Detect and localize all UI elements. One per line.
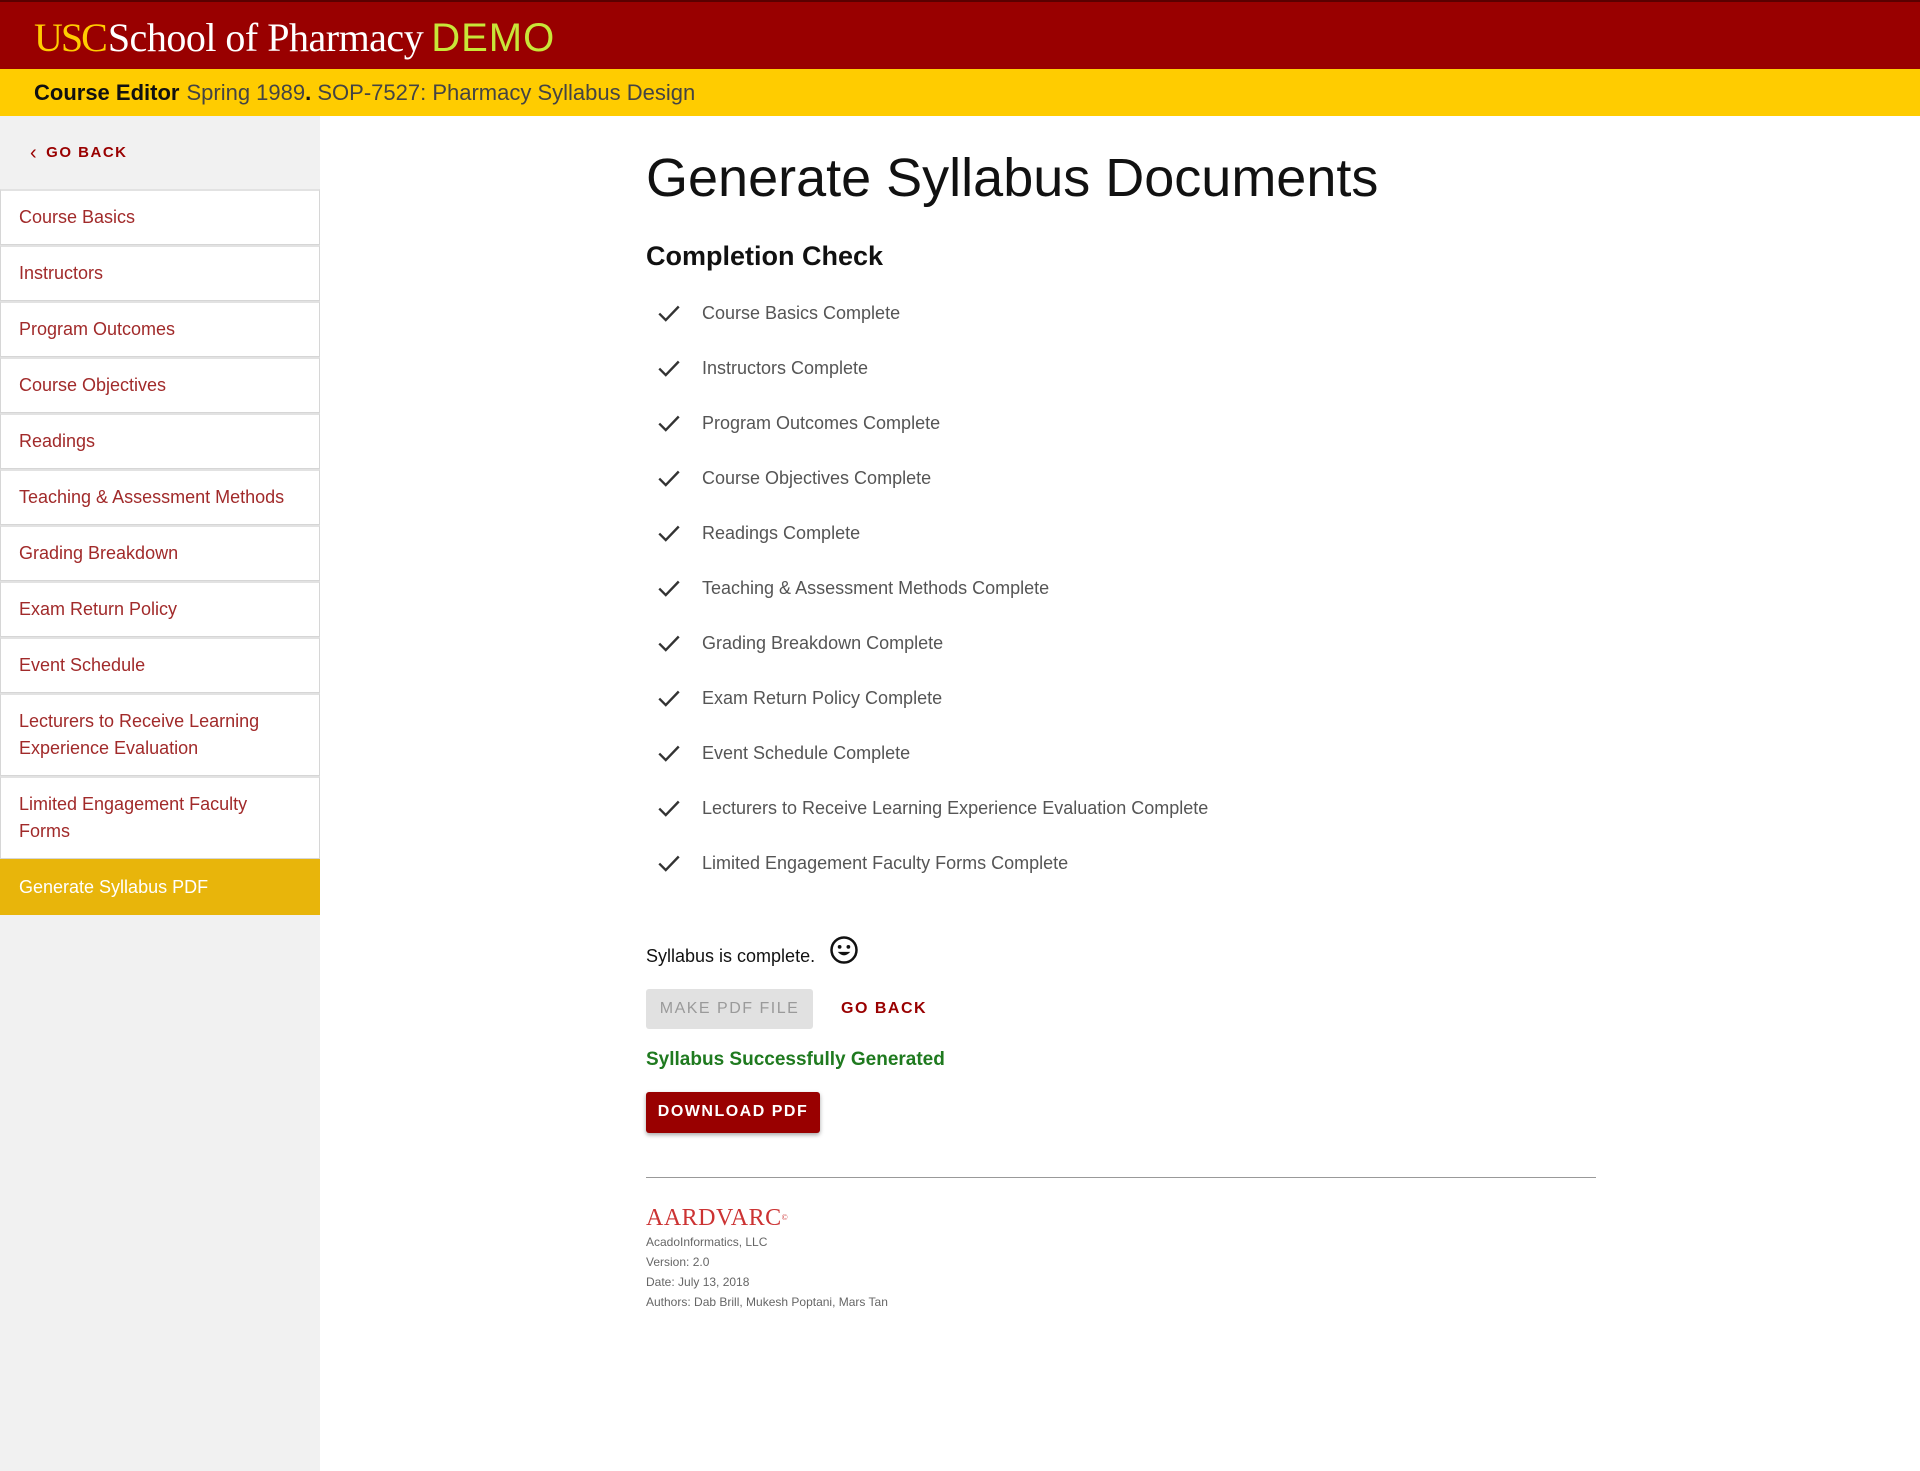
brand-name: AARDVARC — [646, 1204, 782, 1231]
usc-pharmacy-logo[interactable]: USC School of Pharmacy DEMO — [34, 14, 555, 61]
brand-mark: © — [781, 1212, 789, 1222]
sidebar-item-label: Grading Breakdown — [19, 543, 179, 563]
go-back-button[interactable]: GO BACK — [835, 999, 933, 1019]
sidebar-go-back-link[interactable]: ‹ GO BACK — [0, 116, 320, 189]
go-back-label: GO BACK — [46, 144, 128, 161]
footer-version: Version: 2.0 — [646, 1254, 710, 1269]
completion-checklist: Course Basics Complete Instructors Compl… — [646, 286, 1596, 891]
check-item-label: Course Basics Complete — [702, 302, 901, 323]
course-editor-label: Course Editor — [34, 79, 180, 105]
check-item-label: Exam Return Policy Complete — [702, 687, 943, 708]
check-item: Teaching & Assessment Methods Complete — [646, 561, 1596, 616]
checkmark-icon — [658, 580, 680, 598]
footer-date: Date: July 13, 2018 — [646, 1274, 750, 1289]
sidebar-item-grading-breakdown[interactable]: Grading Breakdown — [0, 525, 320, 581]
check-item-label: Limited Engagement Faculty Forms Complet… — [702, 852, 1069, 873]
sidebar-item-label: Course Basics — [19, 207, 136, 227]
sidebar-item-limited-engagement[interactable]: Limited Engagement Faculty Forms — [0, 776, 320, 859]
check-item: Program Outcomes Complete — [646, 396, 1596, 451]
checkmark-icon — [658, 360, 680, 378]
sidebar-item-label: Instructors — [19, 263, 104, 283]
checkmark-icon — [658, 800, 680, 818]
sidebar-item-label: Program Outcomes — [19, 319, 176, 339]
checkmark-icon — [658, 635, 680, 653]
check-item: Course Basics Complete — [646, 286, 1596, 341]
term-label: Spring 1989 — [186, 79, 306, 105]
smiley-face-icon — [830, 936, 858, 964]
action-row: MAKE PDF FILE GO BACK — [646, 988, 1596, 1029]
checkmark-icon — [658, 470, 680, 488]
course-editor-bar: Course Editor Spring 1989 . SOP-7527: Ph… — [0, 69, 1920, 116]
make-pdf-button[interactable]: MAKE PDF FILE — [646, 988, 813, 1029]
sidebar-item-label: Readings — [19, 431, 96, 451]
term-separator: . — [305, 79, 312, 105]
sidebar-item-label: Exam Return Policy — [19, 599, 178, 619]
sidebar-nav: ‹ GO BACK Course Basics Instructors Prog… — [0, 116, 320, 1471]
sidebar-item-exam-return-policy[interactable]: Exam Return Policy — [0, 581, 320, 637]
check-item: Exam Return Policy Complete — [646, 671, 1596, 726]
footer-divider — [646, 1176, 1596, 1178]
checkmark-icon — [658, 690, 680, 708]
download-pdf-button[interactable]: DOWNLOAD PDF — [646, 1091, 820, 1133]
sidebar-item-event-schedule[interactable]: Event Schedule — [0, 637, 320, 693]
page-title: Generate Syllabus Documents — [646, 148, 1379, 208]
checkmark-icon — [658, 415, 680, 433]
sidebar-item-generate-pdf[interactable]: Generate Syllabus PDF — [0, 859, 320, 915]
check-item: Grading Breakdown Complete — [646, 616, 1596, 671]
check-item: Lecturers to Receive Learning Experience… — [646, 781, 1596, 836]
check-item-label: Program Outcomes Complete — [702, 412, 941, 433]
sidebar-item-label: Generate Syllabus PDF — [19, 877, 209, 897]
sidebar-item-teaching-assessment[interactable]: Teaching & Assessment Methods — [0, 469, 320, 525]
status-text: Syllabus is complete. — [646, 945, 816, 966]
sidebar-item-instructors[interactable]: Instructors — [0, 245, 320, 301]
checkmark-icon — [658, 525, 680, 543]
checkmark-icon — [658, 855, 680, 873]
sidebar-item-label: Limited Engagement Faculty Forms — [19, 794, 248, 841]
footer-company: AcadoInformatics, LLC — [646, 1234, 768, 1249]
chevron-left-icon: ‹ — [30, 141, 39, 164]
footer-authors: Authors: Dab Brill, Mukesh Poptani, Mars… — [646, 1294, 888, 1309]
sidebar-item-label: Event Schedule — [19, 655, 146, 675]
check-item: Instructors Complete — [646, 341, 1596, 396]
checkmark-icon — [658, 745, 680, 763]
main-content: Generate Syllabus Documents Completion C… — [646, 116, 1596, 1312]
sidebar-item-readings[interactable]: Readings — [0, 413, 320, 469]
sidebar-item-course-basics[interactable]: Course Basics — [0, 189, 320, 245]
sidebar-item-label: Teaching & Assessment Methods — [19, 487, 285, 507]
check-item: Limited Engagement Faculty Forms Complet… — [646, 836, 1596, 891]
aardvarc-logo: AARDVARC© — [646, 1204, 1596, 1232]
check-item-label: Teaching & Assessment Methods Complete — [702, 577, 1050, 598]
check-item-label: Readings Complete — [702, 522, 861, 543]
check-item: Readings Complete — [646, 506, 1596, 561]
check-item-label: Lecturers to Receive Learning Experience… — [702, 797, 1209, 818]
check-item-label: Event Schedule Complete — [702, 742, 911, 763]
course-label: SOP-7527: Pharmacy Syllabus Design — [317, 79, 696, 105]
check-item-label: Course Objectives Complete — [702, 467, 932, 488]
logo-usc-text: USC — [34, 15, 108, 60]
check-item: Event Schedule Complete — [646, 726, 1596, 781]
sidebar-item-lecturers-evaluation[interactable]: Lecturers to Receive Learning Experience… — [0, 693, 320, 776]
top-header-bar: USC School of Pharmacy DEMO — [0, 0, 1920, 69]
completion-check-heading: Completion Check — [646, 240, 884, 271]
check-item-label: Instructors Complete — [702, 357, 869, 378]
demo-label: DEMO — [431, 16, 556, 60]
logo-school-text: School of Pharmacy — [107, 15, 424, 60]
sidebar-item-label: Course Objectives — [19, 375, 167, 395]
sidebar-item-course-objectives[interactable]: Course Objectives — [0, 357, 320, 413]
check-item: Course Objectives Complete — [646, 451, 1596, 506]
checkmark-icon — [658, 305, 680, 323]
sidebar-item-label: Lecturers to Receive Learning Experience… — [19, 711, 260, 758]
sidebar-item-program-outcomes[interactable]: Program Outcomes — [0, 301, 320, 357]
success-message: Syllabus Successfully Generated — [646, 1048, 945, 1070]
footer: AARDVARC© AcadoInformatics, LLC Version:… — [646, 1204, 1596, 1312]
check-item-label: Grading Breakdown Complete — [702, 632, 944, 653]
syllabus-status: Syllabus is complete. — [646, 935, 1596, 967]
